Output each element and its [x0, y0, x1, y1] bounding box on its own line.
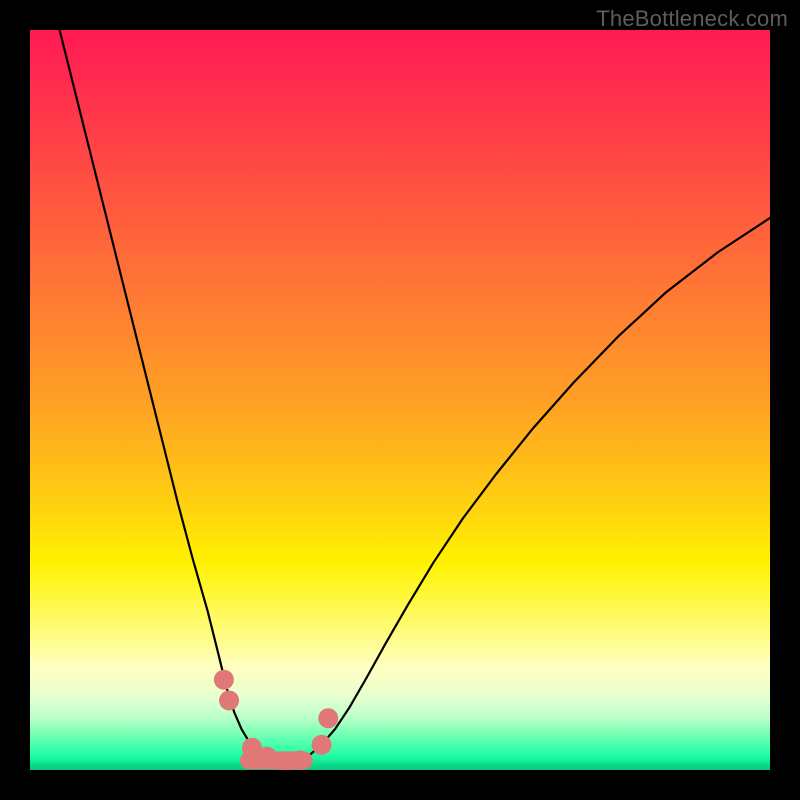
marker-highlight-markers-0 [214, 670, 234, 690]
marker-highlight-markers-1 [219, 690, 239, 710]
series-bottleneck-curve [60, 30, 770, 763]
marker-highlight-markers-7 [318, 708, 338, 728]
watermark-text: TheBottleneck.com [596, 6, 788, 32]
plot-area [30, 30, 770, 770]
chart-svg [30, 30, 770, 770]
marker-highlight-markers-6 [312, 735, 332, 755]
chart-frame: TheBottleneck.com [0, 0, 800, 800]
